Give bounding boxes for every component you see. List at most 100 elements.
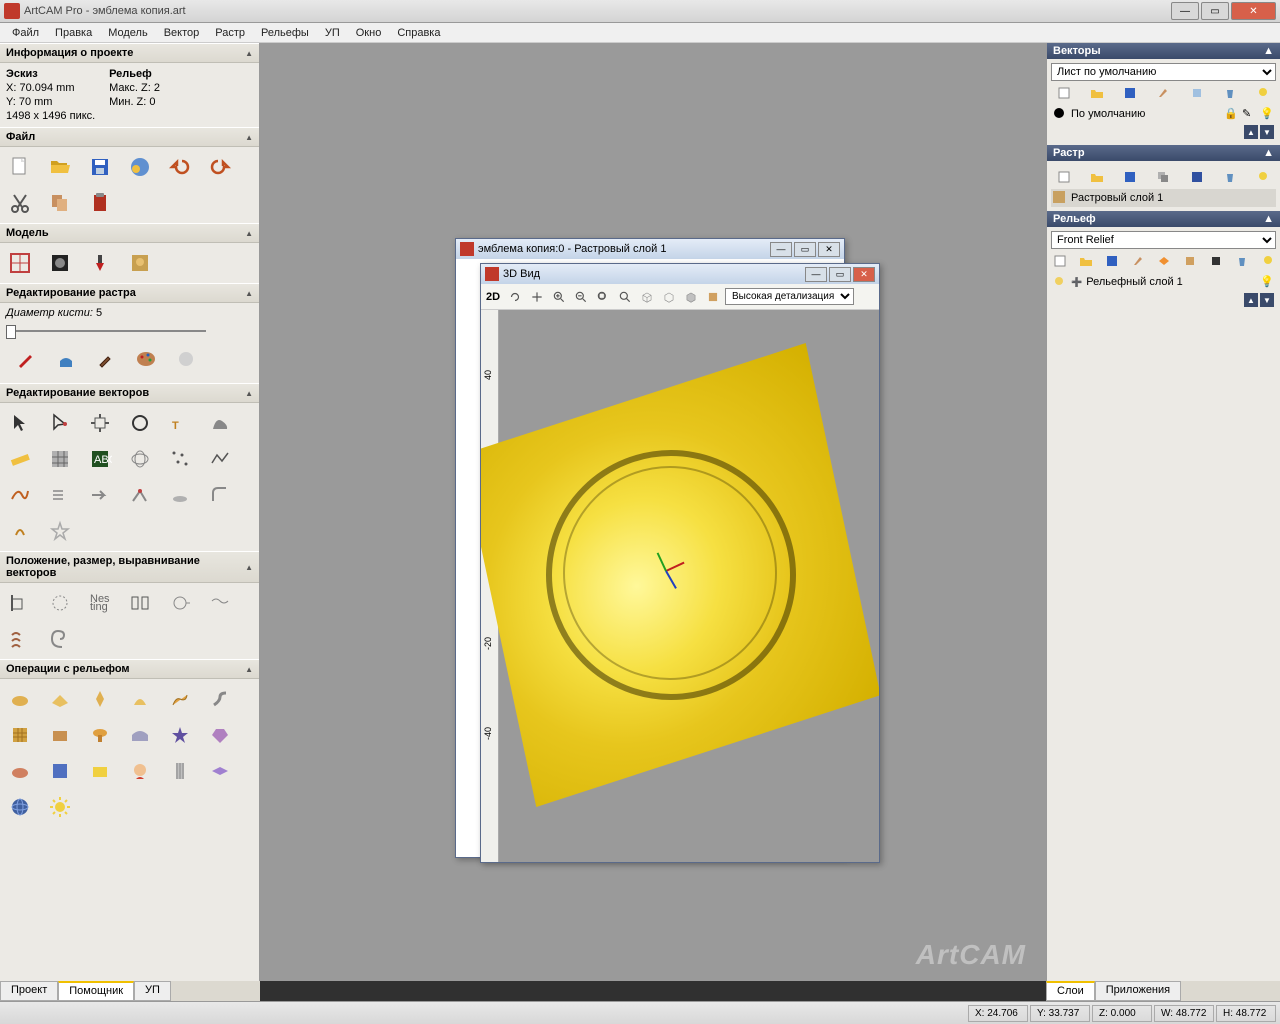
rotate-copy-icon[interactable] xyxy=(162,587,198,619)
delete-layer-icon[interactable] xyxy=(1222,85,1238,101)
toggle-layer-icon[interactable] xyxy=(1189,85,1205,101)
relief-tool3-icon[interactable] xyxy=(1183,253,1197,269)
two-rail-icon[interactable] xyxy=(162,683,198,715)
relief-tool2-icon[interactable] xyxy=(1157,253,1171,269)
lights-icon[interactable] xyxy=(82,247,118,279)
zoom-prev-icon[interactable] xyxy=(615,287,635,307)
relief-up-button[interactable]: ▲ xyxy=(1244,293,1258,307)
new-layer-icon[interactable] xyxy=(1056,85,1072,101)
raster-layer-row[interactable]: Растровый слой 1 xyxy=(1051,189,1276,207)
2d-button[interactable]: 2D xyxy=(483,287,503,307)
menu-window[interactable]: Окно xyxy=(348,25,390,41)
face-icon[interactable] xyxy=(122,755,158,787)
3d-canvas[interactable]: 40 20 0 -20 -40 xyxy=(481,310,879,862)
close-button[interactable]: ✕ xyxy=(1231,2,1276,20)
paste-icon[interactable] xyxy=(82,187,118,219)
raster-close-button[interactable]: ✕ xyxy=(818,242,840,257)
menu-edit[interactable]: Правка xyxy=(47,25,100,41)
fillet-icon[interactable] xyxy=(202,479,238,511)
shade-icon[interactable] xyxy=(681,287,701,307)
vectors-sheet-select[interactable]: Лист по умолчанию xyxy=(1051,63,1276,81)
pan-icon[interactable] xyxy=(527,287,547,307)
3d-min-button[interactable]: — xyxy=(805,267,827,282)
circle-icon[interactable] xyxy=(122,407,158,439)
grid-icon[interactable] xyxy=(42,443,78,475)
spline-icon[interactable] xyxy=(2,479,38,511)
menu-model[interactable]: Модель xyxy=(100,25,155,41)
mesh-icon[interactable] xyxy=(122,443,158,475)
star-outline-icon[interactable] xyxy=(42,515,78,547)
bulb-icon[interactable] xyxy=(1255,85,1271,101)
menu-toolpath[interactable]: УП xyxy=(317,25,348,41)
extrude-icon[interactable] xyxy=(42,683,78,715)
spiral-icon[interactable] xyxy=(42,623,78,655)
texture-blue-icon[interactable] xyxy=(42,755,78,787)
raster-max-button[interactable]: ▭ xyxy=(794,242,816,257)
transform-icon[interactable] xyxy=(82,407,118,439)
relief-visible-icon[interactable]: 💡 xyxy=(1260,275,1274,289)
face-raster-icon[interactable] xyxy=(1189,169,1205,185)
menu-raster[interactable]: Растр xyxy=(207,25,253,41)
join-icon[interactable] xyxy=(162,479,198,511)
model-header[interactable]: Модель▲ xyxy=(0,223,259,243)
detail-dropdown[interactable]: Высокая детализация xyxy=(725,288,854,305)
position-header[interactable]: Положение, размер, выравнивание векторов… xyxy=(0,551,259,583)
zoom-in-icon[interactable] xyxy=(549,287,569,307)
offset-icon[interactable] xyxy=(42,479,78,511)
arrow-icon[interactable] xyxy=(82,479,118,511)
lock-icon[interactable]: 🔒 xyxy=(1224,107,1238,121)
relief-header-right[interactable]: Рельеф▲ xyxy=(1047,211,1280,227)
tab-project[interactable]: Проект xyxy=(0,981,58,1001)
tab-layers[interactable]: Слои xyxy=(1046,981,1095,1001)
weave-icon[interactable] xyxy=(2,719,38,751)
rotate-view-icon[interactable] xyxy=(505,287,525,307)
weld-icon[interactable] xyxy=(2,515,38,547)
box-view-icon[interactable] xyxy=(637,287,657,307)
model-size-icon[interactable] xyxy=(2,247,38,279)
brush-slider[interactable] xyxy=(6,323,206,339)
sun-icon[interactable] xyxy=(42,791,78,823)
align-icon[interactable] xyxy=(2,587,38,619)
open-folder-icon[interactable] xyxy=(42,151,78,183)
close-model-icon[interactable] xyxy=(122,151,158,183)
nesting-icon[interactable]: Nesting xyxy=(82,587,118,619)
flood-fill-icon[interactable] xyxy=(48,343,84,375)
save-raster-icon[interactable] xyxy=(1122,169,1138,185)
distort-icon[interactable] xyxy=(2,623,38,655)
layer-down-button[interactable]: ▼ xyxy=(1260,125,1274,139)
new-file-icon[interactable] xyxy=(2,151,38,183)
blend-icon[interactable] xyxy=(42,719,78,751)
points-icon[interactable] xyxy=(162,443,198,475)
mushroom-icon[interactable] xyxy=(82,719,118,751)
column-icon[interactable] xyxy=(162,755,198,787)
3d-view-window[interactable]: 3D Вид — ▭ ✕ 2D Высокая детализа xyxy=(480,263,880,863)
edit-icon[interactable]: ✎ xyxy=(1242,107,1256,121)
sculpt-icon[interactable] xyxy=(2,755,38,787)
redo-icon[interactable] xyxy=(202,151,238,183)
delete-raster-icon[interactable] xyxy=(1222,169,1238,185)
mirror-arrange-icon[interactable] xyxy=(122,587,158,619)
menu-file[interactable]: Файл xyxy=(4,25,47,41)
3d-close-button[interactable]: ✕ xyxy=(853,267,875,282)
relief-ops-header[interactable]: Операции с рельефом▲ xyxy=(0,659,259,679)
paint-icon[interactable] xyxy=(8,343,44,375)
polyline-icon[interactable] xyxy=(202,443,238,475)
rotate-icon[interactable] xyxy=(42,587,78,619)
copy-icon[interactable] xyxy=(42,187,78,219)
delete-relief-icon[interactable] xyxy=(1235,253,1249,269)
raster-header[interactable]: Растр▲ xyxy=(1047,145,1280,161)
project-info-header[interactable]: Информация о проекте▲ xyxy=(0,43,259,63)
zoom-fit-icon[interactable] xyxy=(593,287,613,307)
text-on-curve-icon[interactable]: ABC xyxy=(82,443,118,475)
tab-toolpath[interactable]: УП xyxy=(134,981,171,1001)
relief-select[interactable]: Front Relief xyxy=(1051,231,1276,249)
undo-icon[interactable] xyxy=(162,151,198,183)
node-edit-icon[interactable] xyxy=(42,407,78,439)
vector-edit-header[interactable]: Редактирование векторов▲ xyxy=(0,383,259,403)
raster-min-button[interactable]: — xyxy=(770,242,792,257)
wave-icon[interactable] xyxy=(202,587,238,619)
shape-tool-icon[interactable] xyxy=(202,407,238,439)
measure-icon[interactable] xyxy=(2,443,38,475)
shape-editor-icon[interactable] xyxy=(2,683,38,715)
save-relief-icon[interactable] xyxy=(1105,253,1119,269)
